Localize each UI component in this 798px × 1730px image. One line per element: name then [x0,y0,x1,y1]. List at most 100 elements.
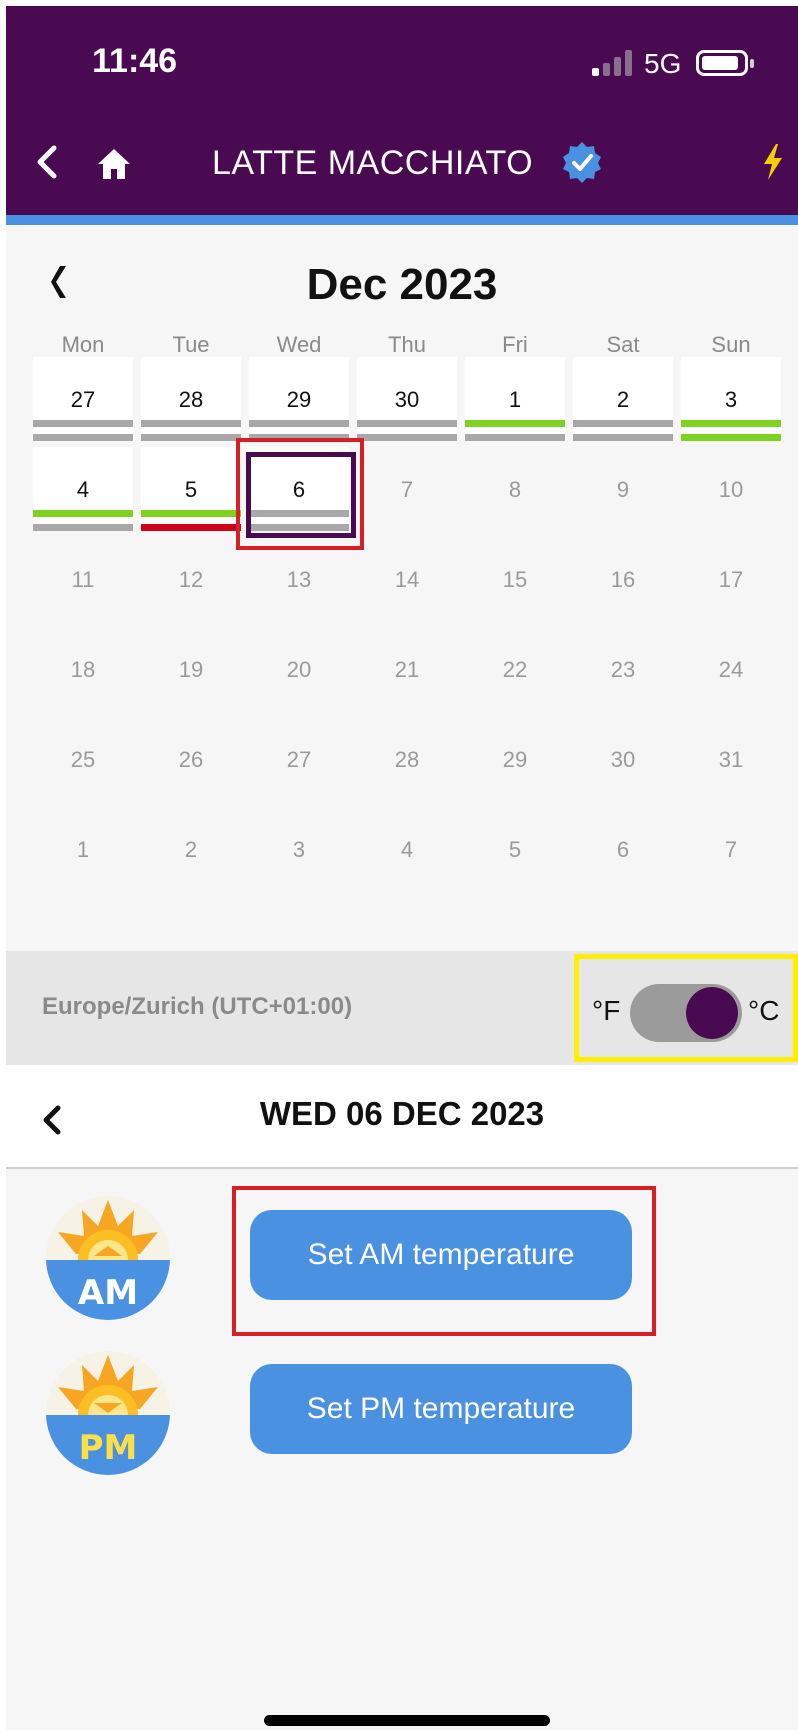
day-number: 12 [178,567,204,592]
calendar-day[interactable]: 16 [573,537,673,617]
day-status-bar [681,420,781,427]
calendar-day[interactable]: 1 [33,807,133,887]
day-number: 28 [178,387,204,412]
calendar-day[interactable]: 14 [357,537,457,617]
highlight-box [236,438,364,550]
unit-toggle[interactable] [630,984,742,1042]
day-status-bar [249,420,349,427]
calendar-day[interactable]: 2 [141,807,241,887]
calendar-day[interactable]: 11 [33,537,133,617]
calendar-day[interactable]: 5 [465,807,565,887]
calendar-day[interactable]: 28 [357,717,457,797]
header-divider [6,215,798,225]
calendar-day[interactable]: 5 [141,447,241,531]
battery-icon [696,50,754,76]
calendar-day[interactable]: 20 [249,627,349,707]
weekday-label: Tue [172,332,210,357]
day-status-bar [573,434,673,441]
day-status-bar [681,434,781,441]
calendar-day[interactable]: 7 [681,807,781,887]
day-number: 30 [394,387,420,412]
calendar-day[interactable]: 15 [465,537,565,617]
am-highlight-box [232,1186,656,1336]
day-number: 2 [184,837,198,862]
day-number: 29 [286,387,312,412]
calendar-day[interactable]: 9 [573,447,673,527]
day-status-bar [465,434,565,441]
day-status-bar [33,510,133,517]
back-button[interactable] [28,142,68,182]
day-number: 21 [394,657,420,682]
calendar-day[interactable]: 23 [573,627,673,707]
day-number: 3 [292,837,306,862]
day-number: 15 [502,567,528,592]
calendar-day[interactable]: 7 [357,447,457,527]
day-number: 10 [718,477,744,502]
weekday-label: Sun [711,332,751,357]
calendar-day[interactable]: 2 [573,357,673,441]
day-number: 11 [71,567,95,592]
calendar-day[interactable]: 30 [573,717,673,797]
calendar-day[interactable]: 27 [249,717,349,797]
verified-badge-icon [560,140,604,184]
calendar-day[interactable]: 3 [681,357,781,441]
network-label: 5G [644,48,682,79]
device-title: LATTE MACCHIATO [212,144,534,182]
calendar-day[interactable]: 12 [141,537,241,617]
calendar-day[interactable]: 31 [681,717,781,797]
calendar-day[interactable]: 17 [681,537,781,617]
calendar-day[interactable]: 30 [357,357,457,441]
day-number: 19 [178,657,204,682]
day-number: 26 [178,747,204,772]
day-number: 1 [508,387,522,412]
calendar-day[interactable]: 28 [141,357,241,441]
day-number: 4 [76,477,90,502]
weekday-label: Fri [502,332,528,357]
day-number: 27 [70,387,96,412]
day-number: 6 [616,837,630,862]
chevron-left-icon [37,145,57,179]
timezone-label: Europe/Zurich (UTC+01:00) [42,993,353,1020]
calendar-day[interactable]: 26 [141,717,241,797]
am-sun-icon: AM [46,1196,170,1320]
day-status-bar [141,420,241,427]
calendar-day[interactable]: 6 [573,807,673,887]
calendar-day[interactable]: 18 [33,627,133,707]
day-number: 31 [718,747,744,772]
pm-badge-label: PM [79,1428,138,1468]
calendar-day[interactable]: 8 [465,447,565,527]
day-status-bar [357,434,457,441]
calendar-day[interactable]: 4 [357,807,457,887]
calendar-day[interactable]: 29 [465,717,565,797]
day-status-bar [33,420,133,427]
day-number: 28 [394,747,420,772]
day-number: 4 [400,837,414,862]
day-number: 25 [70,747,96,772]
weekday-label: Mon [61,332,105,357]
calendar-day[interactable]: 29 [249,357,349,441]
day-number: 20 [286,657,312,682]
lightning-icon[interactable] [758,142,788,182]
day-number: 1 [76,837,90,862]
calendar-day[interactable]: 19 [141,627,241,707]
celsius-label: °C [748,995,780,1026]
app-header: 11:46 5G LATTE MACCHIATO [6,6,798,215]
calendar-day[interactable]: 1 [465,357,565,441]
calendar-day[interactable]: 22 [465,627,565,707]
pm-sun-icon: PM [46,1351,170,1475]
signal-icon [592,48,632,76]
calendar-day[interactable]: 24 [681,627,781,707]
calendar-day[interactable]: 3 [249,807,349,887]
set-pm-temperature-button[interactable]: Set PM temperature [250,1364,632,1454]
app-screen: 11:46 5G LATTE MACCHIATO Dec 2023 Mon Tu… [6,6,798,1730]
day-status-bar [33,524,133,531]
calendar-day[interactable]: 10 [681,447,781,527]
calendar-day[interactable]: 21 [357,627,457,707]
calendar-day[interactable]: 27 [33,357,133,441]
calendar-day[interactable]: 4 [33,447,133,531]
day-number: 7 [400,477,414,502]
calendar-day[interactable]: 25 [33,717,133,797]
day-number: 18 [70,657,96,682]
day-number: 17 [718,567,744,592]
home-button[interactable] [94,144,134,184]
